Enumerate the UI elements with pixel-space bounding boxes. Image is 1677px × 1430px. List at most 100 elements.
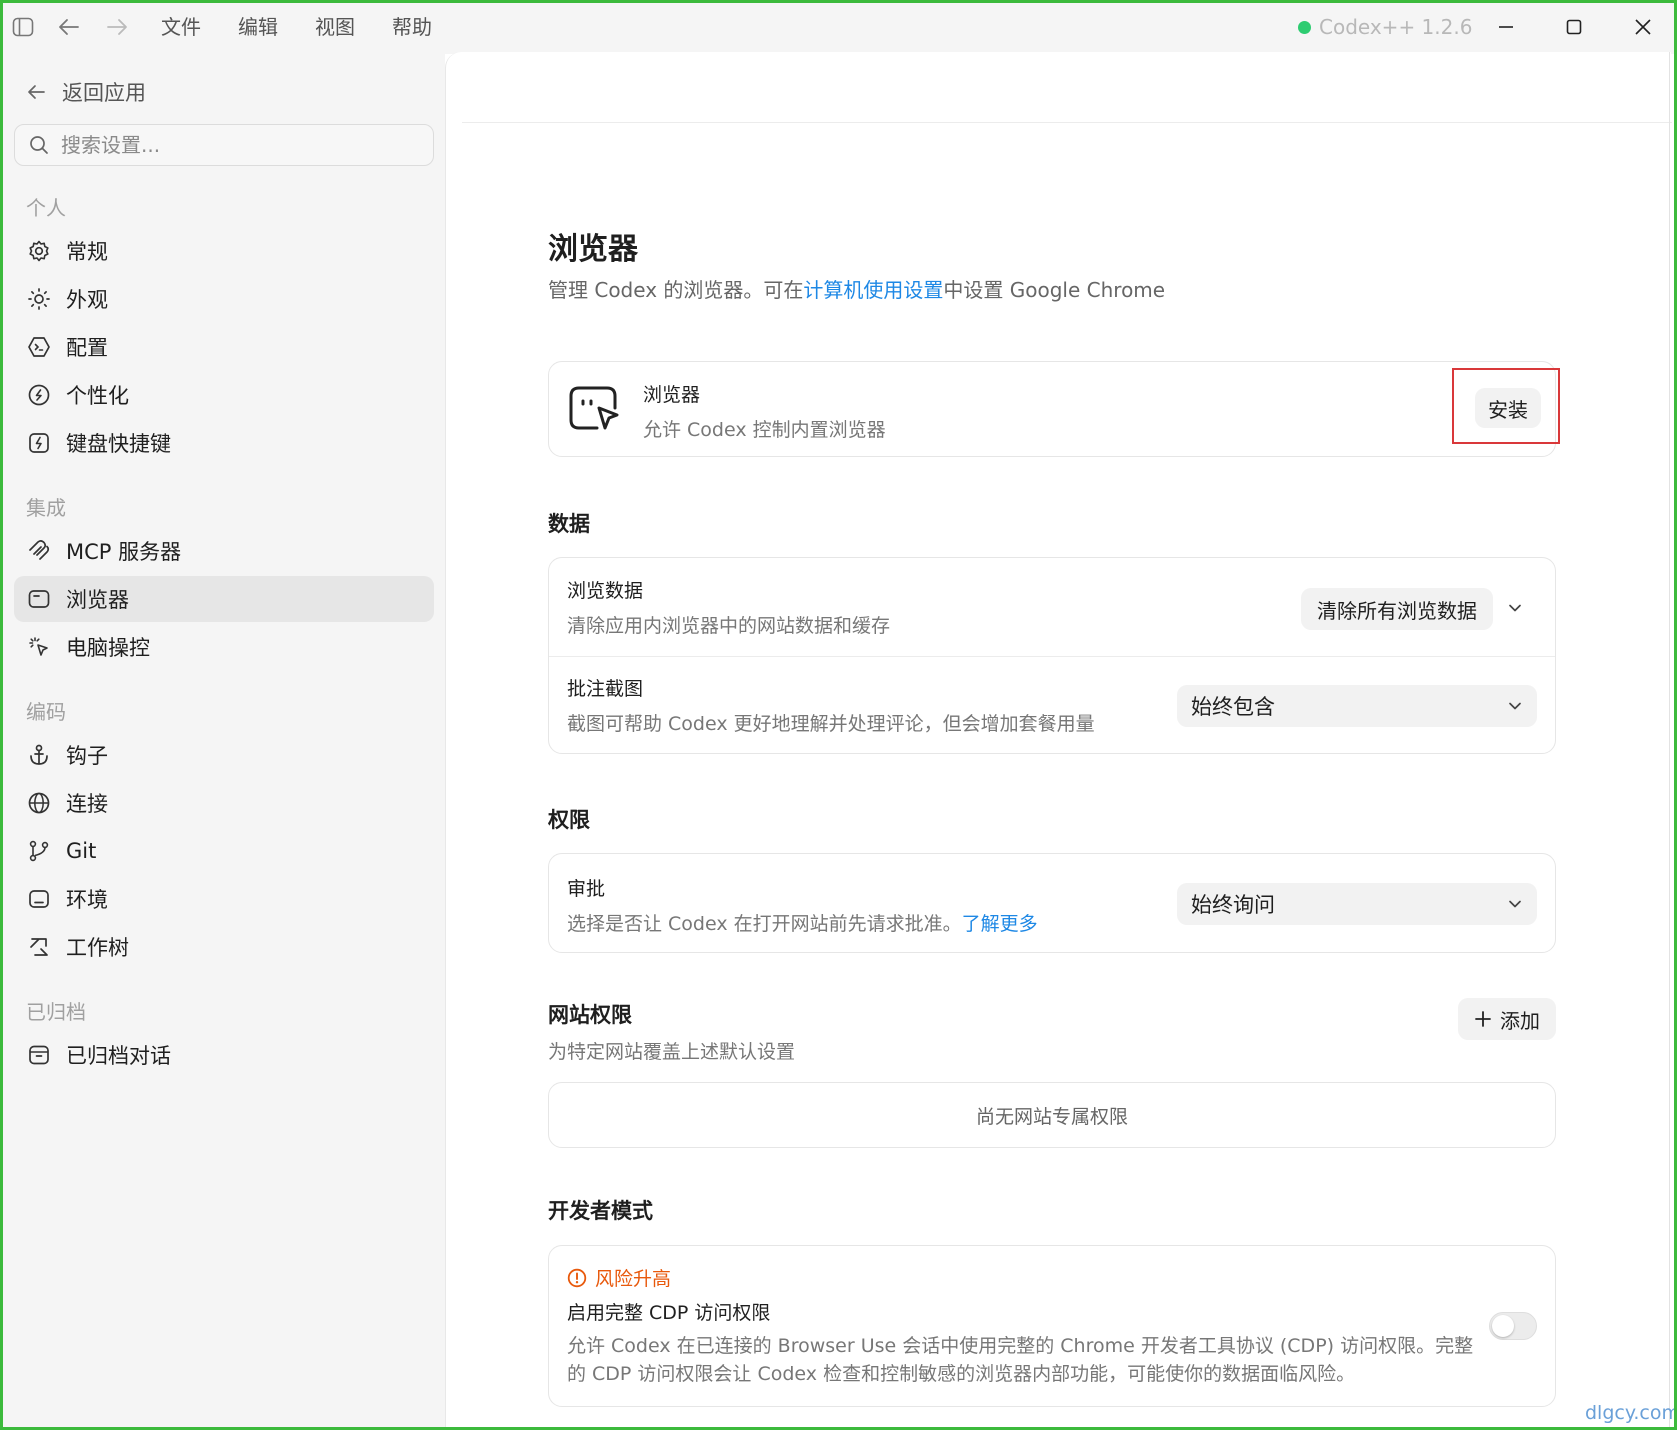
gear-icon bbox=[26, 238, 52, 264]
install-button[interactable]: 安装 bbox=[1475, 388, 1541, 428]
forward-arrow-icon[interactable] bbox=[104, 14, 130, 40]
anchor-icon bbox=[26, 742, 52, 768]
sidebar-item-git[interactable]: Git bbox=[14, 828, 434, 874]
back-arrow-icon bbox=[28, 85, 45, 99]
cdp-title: 启用完整 CDP 访问权限 bbox=[567, 1302, 771, 1324]
browsing-data-description: 清除应用内浏览器中的网站数据和缓存 bbox=[567, 615, 891, 637]
risk-badge: 风险升高 bbox=[567, 1264, 671, 1291]
sidebar-item-label: 工作树 bbox=[66, 936, 129, 960]
top-divider bbox=[462, 122, 1672, 123]
sidebar-item-connections[interactable]: 连接 bbox=[14, 780, 434, 826]
plugin-description: 允许 Codex 控制内置浏览器 bbox=[643, 419, 886, 441]
page-title: 浏览器 bbox=[548, 232, 638, 267]
sidebar-item-label: 浏览器 bbox=[66, 588, 129, 612]
desc-suffix: 中设置 Google Chrome bbox=[943, 278, 1166, 302]
approval-title: 审批 bbox=[567, 878, 606, 900]
title-bar: 文件 编辑 视图 帮助 Codex++ 1.2.6 bbox=[0, 0, 1677, 54]
toggle-knob bbox=[1492, 1315, 1514, 1337]
sidebar: 返回应用 个人 常规 外观 配置 个性化 键盘快捷键 集成 MCP 服务器 浏览… bbox=[0, 54, 445, 1430]
app-title: Codex++ 1.2.6 bbox=[1298, 12, 1472, 42]
sidebar-item-shortcuts[interactable]: 键盘快捷键 bbox=[14, 420, 434, 466]
empty-state-text: 尚无网站专属权限 bbox=[975, 1105, 1128, 1128]
clear-browsing-data-button[interactable]: 清除所有浏览数据 bbox=[1301, 588, 1493, 630]
menu-view[interactable]: 视图 bbox=[315, 12, 355, 42]
sidebar-item-label: 连接 bbox=[66, 792, 108, 816]
sidebar-item-label: 常规 bbox=[66, 240, 108, 264]
git-branch-icon bbox=[26, 838, 52, 864]
settings-search[interactable] bbox=[14, 124, 434, 166]
watermark: dlgcy.com bbox=[1585, 1402, 1677, 1424]
sidebar-item-environment[interactable]: 环境 bbox=[14, 876, 434, 922]
chevron-down-icon[interactable] bbox=[1507, 600, 1523, 620]
browser-window-icon bbox=[26, 586, 52, 612]
back-to-app-link[interactable]: 返回应用 bbox=[26, 74, 146, 110]
sidebar-item-browser[interactable]: 浏览器 bbox=[14, 576, 434, 622]
add-label: 添加 bbox=[1500, 1008, 1540, 1033]
sidebar-item-hooks[interactable]: 钩子 bbox=[14, 732, 434, 778]
data-card: 浏览数据 清除应用内浏览器中的网站数据和缓存 清除所有浏览数据 批注截图 截图可… bbox=[548, 557, 1556, 754]
permissions-heading: 权限 bbox=[548, 808, 590, 832]
maximize-button[interactable] bbox=[1559, 12, 1589, 42]
sidebar-item-label: 环境 bbox=[66, 888, 108, 912]
computer-use-settings-link[interactable]: 计算机使用设置 bbox=[803, 278, 943, 302]
sidebar-item-computer[interactable]: 电脑操控 bbox=[14, 624, 434, 670]
mcp-icon bbox=[26, 538, 52, 564]
back-to-app-label: 返回应用 bbox=[62, 81, 146, 105]
main-panel: 浏览器 管理 Codex 的浏览器。可在计算机使用设置中设置 Google Ch… bbox=[445, 52, 1672, 1430]
terminal-window-icon bbox=[26, 886, 52, 912]
approval-select[interactable]: 始终询问 bbox=[1177, 883, 1537, 925]
search-icon bbox=[30, 136, 48, 154]
cdp-toggle[interactable] bbox=[1489, 1312, 1537, 1340]
archive-box-icon bbox=[26, 1042, 52, 1068]
sidebar-item-label: 已归档对话 bbox=[66, 1044, 171, 1068]
add-site-permission-button[interactable]: 添加 bbox=[1458, 998, 1556, 1040]
sidebar-item-label: 电脑操控 bbox=[66, 636, 150, 660]
sidebar-item-appearance[interactable]: 外观 bbox=[14, 276, 434, 322]
back-arrow-icon[interactable] bbox=[56, 14, 82, 40]
sidebar-item-label: Git bbox=[66, 839, 97, 863]
sidebar-item-worktree[interactable]: 工作树 bbox=[14, 924, 434, 970]
shield-terminal-icon bbox=[26, 334, 52, 360]
screenshot-select-value: 始终包含 bbox=[1191, 695, 1275, 719]
sidebar-item-mcp[interactable]: MCP 服务器 bbox=[14, 528, 434, 574]
screenshot-description: 截图可帮助 Codex 更好地理解并处理评论，但会增加套餐用量 bbox=[567, 713, 1095, 735]
plus-icon bbox=[1475, 1011, 1491, 1027]
plugin-title: 浏览器 bbox=[643, 384, 701, 406]
menu-help[interactable]: 帮助 bbox=[392, 12, 432, 42]
search-input[interactable] bbox=[61, 133, 401, 157]
row-divider bbox=[549, 656, 1555, 657]
developer-heading: 开发者模式 bbox=[548, 1199, 653, 1223]
sun-icon bbox=[26, 286, 52, 312]
sidebar-item-label: 外观 bbox=[66, 288, 108, 312]
browsing-data-title: 浏览数据 bbox=[567, 580, 644, 602]
sidebar-item-config[interactable]: 配置 bbox=[14, 324, 434, 370]
sidebar-item-label: 配置 bbox=[66, 336, 108, 360]
minimize-button[interactable] bbox=[1491, 12, 1521, 42]
desc-prefix: 管理 Codex 的浏览器。可在 bbox=[548, 278, 804, 302]
cdp-desc-line-1: 允许 Codex 在已连接的 Browser Use 会话中使用完整的 Chro… bbox=[567, 1335, 1474, 1357]
menu-file[interactable]: 文件 bbox=[161, 12, 201, 42]
sidebar-item-general[interactable]: 常规 bbox=[14, 228, 434, 274]
site-permissions-heading: 网站权限 bbox=[548, 1003, 632, 1027]
sidebar-toggle-icon[interactable] bbox=[10, 14, 36, 40]
status-dot bbox=[1298, 20, 1311, 34]
screenshot-select[interactable]: 始终包含 bbox=[1177, 685, 1537, 727]
screenshot-title: 批注截图 bbox=[567, 678, 644, 700]
worktree-icon bbox=[26, 934, 52, 960]
section-archived: 已归档 bbox=[26, 1000, 86, 1024]
section-coding: 编码 bbox=[26, 700, 66, 724]
menu-edit[interactable]: 编辑 bbox=[238, 12, 278, 42]
sidebar-item-personalize[interactable]: 个性化 bbox=[14, 372, 434, 418]
globe-icon bbox=[26, 790, 52, 816]
approval-desc-text: 选择是否让 Codex 在打开网站前先请求批准。 bbox=[567, 913, 962, 935]
learn-more-link[interactable]: 了解更多 bbox=[962, 913, 1038, 935]
cursor-click-icon bbox=[26, 634, 52, 660]
risk-label: 风险升高 bbox=[595, 1268, 672, 1290]
app-title-text: Codex++ 1.2.6 bbox=[1319, 15, 1473, 39]
sidebar-item-archived-chats[interactable]: 已归档对话 bbox=[14, 1032, 434, 1078]
warning-circle-icon bbox=[567, 1268, 587, 1287]
close-button[interactable] bbox=[1628, 12, 1658, 42]
chevron-down-icon bbox=[1509, 702, 1521, 710]
scrollbar[interactable] bbox=[1669, 52, 1670, 1430]
section-integration: 集成 bbox=[26, 496, 66, 520]
